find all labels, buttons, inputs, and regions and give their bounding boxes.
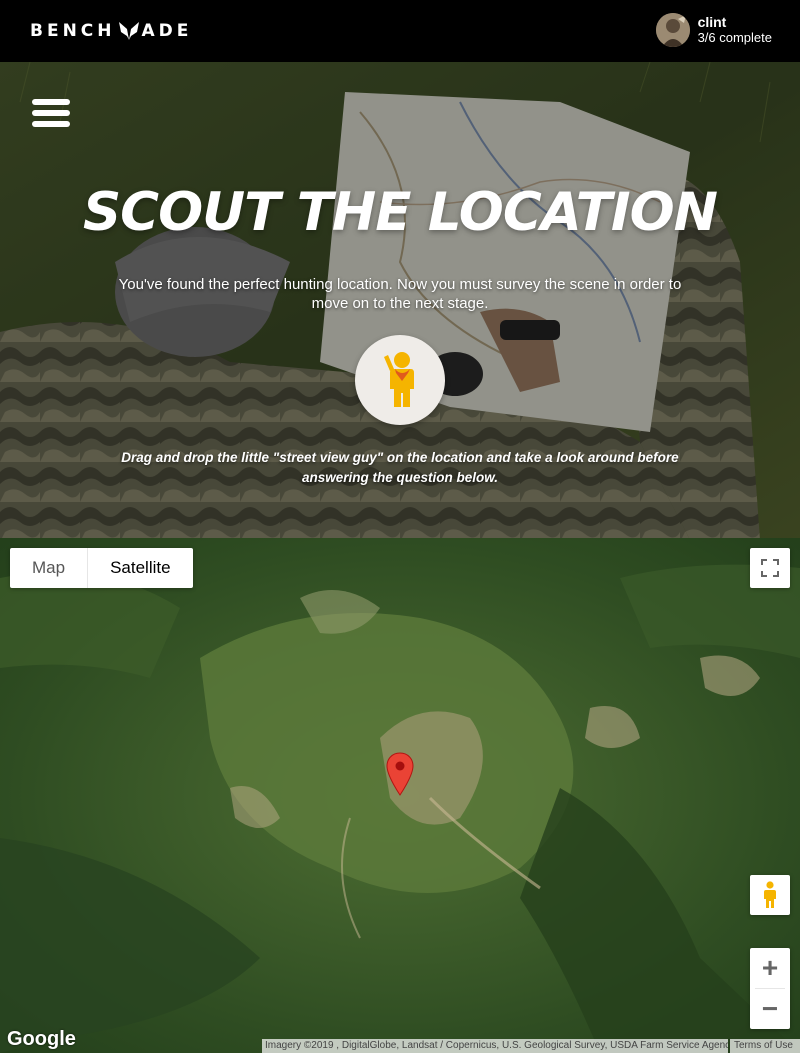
hero-section: SCOUT THE LOCATION You've found the perf… [0,62,800,540]
street-view-pegman-icon[interactable] [750,875,790,915]
fullscreen-icon[interactable] [750,548,790,588]
page-title: SCOUT THE LOCATION [83,182,718,243]
hero-instruction: Drag and drop the little "street view gu… [121,450,679,485]
zoom-out-button[interactable]: − [750,989,790,1029]
hero-description: You've found the perfect hunting locatio… [118,276,682,312]
draggable-pegman-icon[interactable] [355,335,445,425]
butterfly-logo-icon [118,22,139,40]
user-progress: 3/6 complete [697,30,772,45]
location-marker-icon[interactable] [386,752,414,796]
map-type-satellite-button[interactable]: Satellite [88,548,192,588]
google-logo[interactable]: Google [7,1028,76,1051]
hamburger-menu-icon[interactable] [32,99,70,127]
user-name: clint [697,14,727,30]
logo-text-right: ADE [141,21,193,41]
map-type-control: Map Satellite [10,548,193,588]
map-attribution: Imagery ©2019 , DigitalGlobe, Landsat / … [262,1039,728,1053]
benchmade-logo[interactable]: BENCH ADE [30,20,192,42]
logo-text-left: BENCH [30,21,116,41]
top-bar: BENCH ADE clint 3/6 complete [0,0,800,62]
zoom-in-button[interactable]: + [750,948,790,988]
satellite-map[interactable]: Map Satellite + − Google Imagery ©2019 ,… [0,538,800,1053]
terms-of-use-link[interactable]: Terms of Use [730,1039,800,1053]
zoom-control: + − [750,948,790,1029]
map-type-map-button[interactable]: Map [10,548,89,588]
user-profile[interactable]: clint 3/6 complete [655,13,772,47]
avatar [655,13,690,47]
